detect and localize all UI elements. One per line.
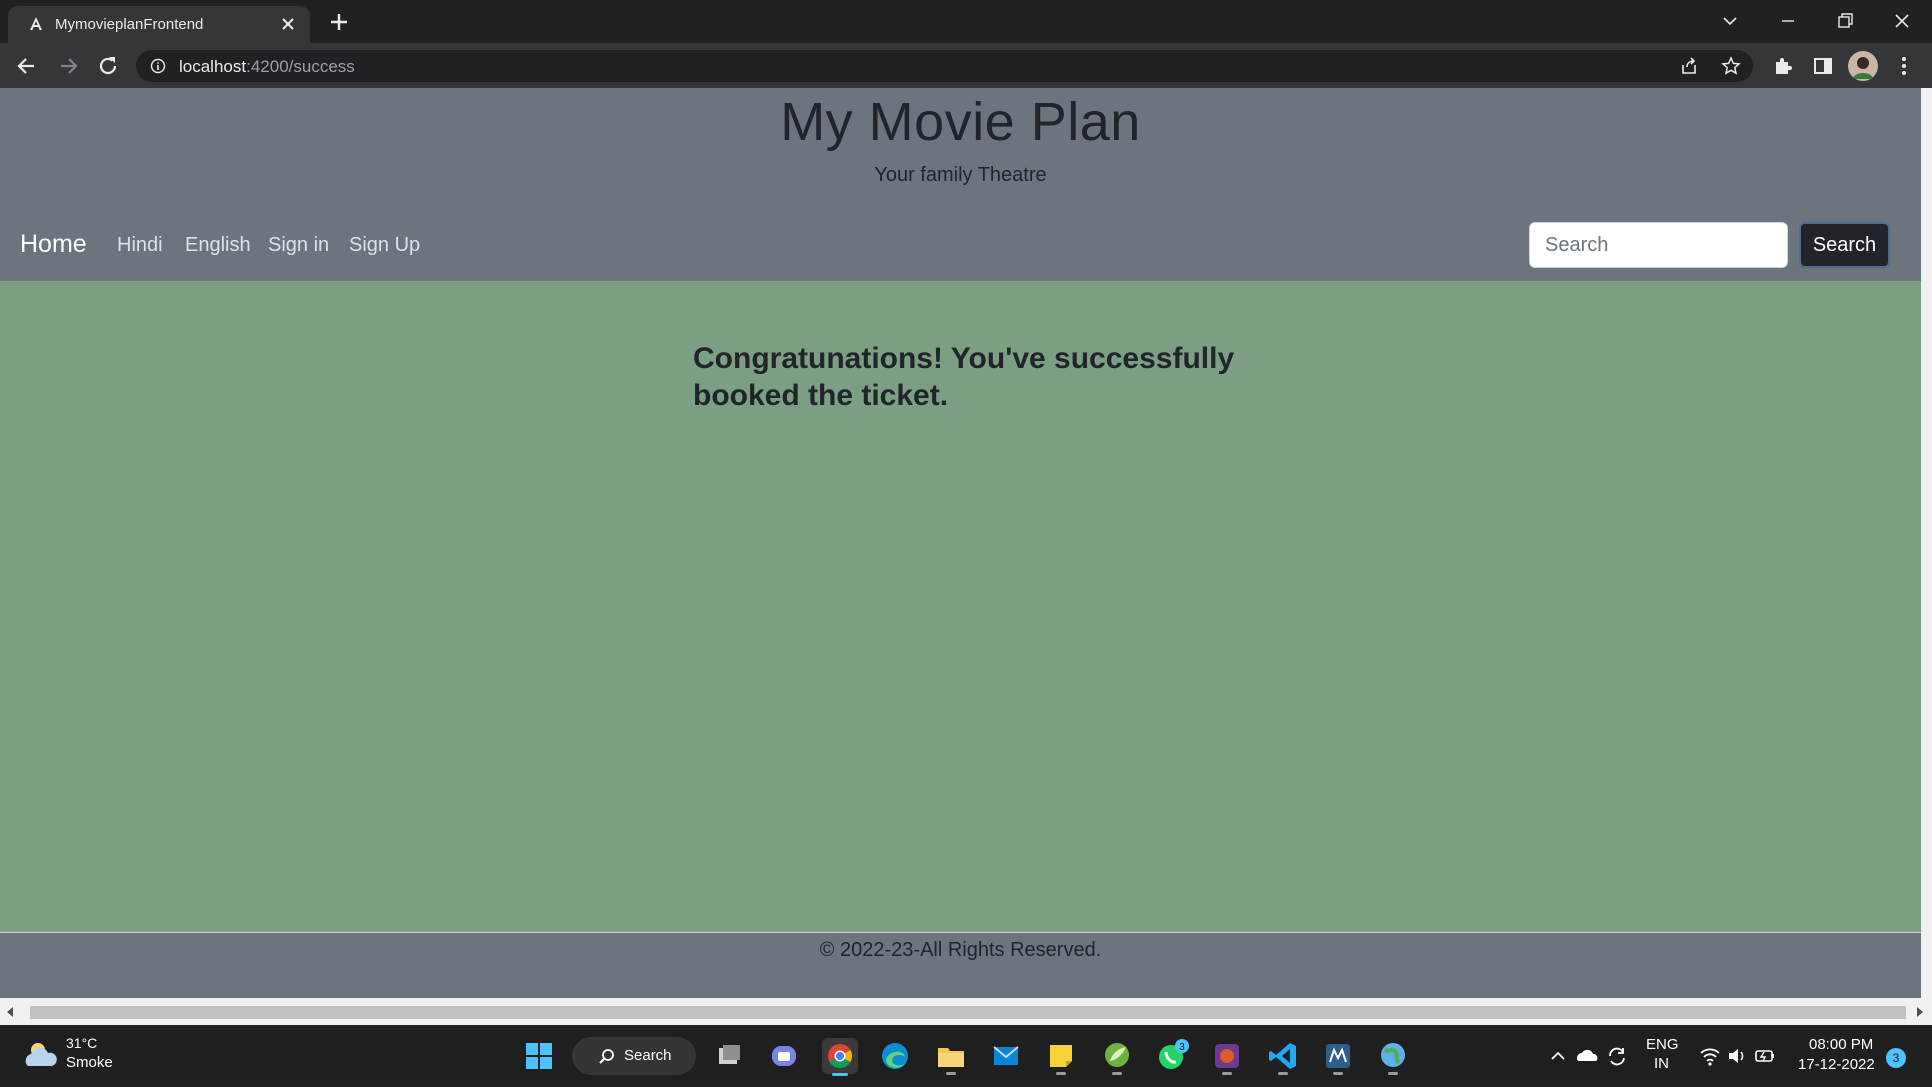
bookmark-star-icon[interactable]: [1721, 56, 1741, 76]
close-window-icon[interactable]: [1887, 6, 1917, 36]
sticky-notes-icon[interactable]: [1041, 1036, 1081, 1076]
url-host: localhost: [179, 57, 247, 76]
nav-home-link[interactable]: Home: [20, 230, 87, 259]
site-subtitle: Your family Theatre: [874, 164, 1047, 186]
weather-temperature: 31°C: [66, 1035, 98, 1051]
page-viewport: My Movie Plan Your family Theatre Home H…: [0, 88, 1921, 998]
game-app-icon[interactable]: [1207, 1036, 1247, 1076]
mysql-workbench-icon[interactable]: [1318, 1036, 1358, 1076]
region-indicator[interactable]: IN: [1654, 1055, 1669, 1072]
file-explorer-icon[interactable]: [931, 1036, 971, 1076]
browser-menu-icon[interactable]: [1891, 53, 1917, 79]
footer-copyright: © 2022-23-All Rights Reserved.: [819, 939, 1102, 961]
search-icon: [599, 1049, 614, 1064]
url-text: localhost:4200/success: [179, 57, 355, 77]
taskbar-search-label: Search: [624, 1047, 672, 1064]
nav-link-sign-up[interactable]: Sign Up: [349, 234, 420, 257]
search-input[interactable]: [1529, 222, 1788, 268]
browser-tab[interactable]: MymovieplanFrontend: [8, 6, 310, 43]
edge-icon[interactable]: [875, 1036, 915, 1076]
angular-favicon-icon: [30, 17, 42, 30]
booking-success-message: Congratunations! You've successfully boo…: [693, 342, 1235, 412]
sync-icon[interactable]: [1604, 1036, 1630, 1076]
site-info-icon[interactable]: [150, 58, 166, 74]
tab-title: MymovieplanFrontend: [55, 16, 204, 33]
battery-icon[interactable]: [1753, 1036, 1777, 1076]
back-arrow-icon[interactable]: [14, 53, 40, 79]
minimize-icon[interactable]: [1773, 6, 1803, 36]
language-indicator[interactable]: ENG: [1646, 1036, 1679, 1053]
restore-icon[interactable]: [1830, 6, 1860, 36]
close-tab-icon[interactable]: [278, 14, 298, 34]
profile-avatar[interactable]: [1848, 51, 1878, 81]
clock-date[interactable]: 17-12-2022: [1798, 1056, 1875, 1073]
site-footer: © 2022-23-All Rights Reserved.: [0, 932, 1921, 998]
horizontal-scroll-thumb[interactable]: [30, 1006, 1906, 1019]
reload-icon[interactable]: [95, 53, 121, 79]
onedrive-cloud-icon[interactable]: [1574, 1036, 1600, 1076]
browser-toolbar: localhost:4200/success: [0, 43, 1932, 88]
nav-link-hindi[interactable]: Hindi: [117, 234, 163, 257]
wifi-icon[interactable]: [1698, 1036, 1722, 1076]
search-button[interactable]: Search: [1799, 222, 1890, 268]
forward-arrow-icon[interactable]: [55, 53, 81, 79]
mail-icon[interactable]: [986, 1036, 1026, 1076]
windows-taskbar: 31°C Smoke Search 3 ENG IN 08:00 PM 17-1…: [0, 1025, 1932, 1087]
volume-icon[interactable]: [1725, 1036, 1749, 1076]
teams-chat-icon[interactable]: [764, 1036, 804, 1076]
spring-tool-icon[interactable]: [1097, 1036, 1137, 1076]
site-title: My Movie Plan: [780, 92, 1141, 152]
weather-description: Smoke: [66, 1054, 113, 1071]
windows-start-icon[interactable]: [519, 1036, 559, 1076]
site-header: My Movie Plan Your family Theatre Home H…: [0, 88, 1921, 281]
chrome-icon[interactable]: [820, 1036, 860, 1076]
extensions-puzzle-icon[interactable]: [1770, 53, 1796, 79]
nav-link-sign-in[interactable]: Sign in: [268, 234, 329, 257]
clock-time[interactable]: 08:00 PM: [1809, 1036, 1873, 1053]
share-icon[interactable]: [1679, 56, 1699, 76]
new-tab-icon[interactable]: [327, 10, 351, 34]
url-path: :4200/success: [246, 57, 355, 76]
scroll-right-arrow-icon[interactable]: [1917, 1007, 1923, 1017]
vscode-icon[interactable]: [1263, 1036, 1303, 1076]
address-bar[interactable]: localhost:4200/success: [136, 50, 1753, 82]
whatsapp-icon[interactable]: 3: [1152, 1036, 1192, 1076]
vertical-scroll-gutter: [1921, 88, 1932, 998]
globe-app-icon[interactable]: [1373, 1036, 1413, 1076]
side-panel-icon[interactable]: [1810, 53, 1836, 79]
browser-tab-strip: MymovieplanFrontend: [0, 0, 1932, 43]
horizontal-scrollbar[interactable]: [0, 998, 1932, 1025]
task-view-icon[interactable]: [709, 1036, 749, 1076]
tab-search-chevron-icon[interactable]: [1715, 6, 1745, 36]
weather-cloud-icon[interactable]: [22, 1038, 58, 1070]
scroll-left-arrow-icon[interactable]: [7, 1007, 13, 1017]
notification-badge[interactable]: 3: [1886, 1048, 1906, 1068]
taskbar-search[interactable]: Search: [572, 1037, 696, 1075]
whatsapp-badge: 3: [1179, 1042, 1185, 1053]
tray-chevron-up-icon[interactable]: [1546, 1036, 1570, 1076]
nav-link-english[interactable]: English: [185, 234, 251, 257]
profile-avatar-icon: [1848, 51, 1878, 81]
